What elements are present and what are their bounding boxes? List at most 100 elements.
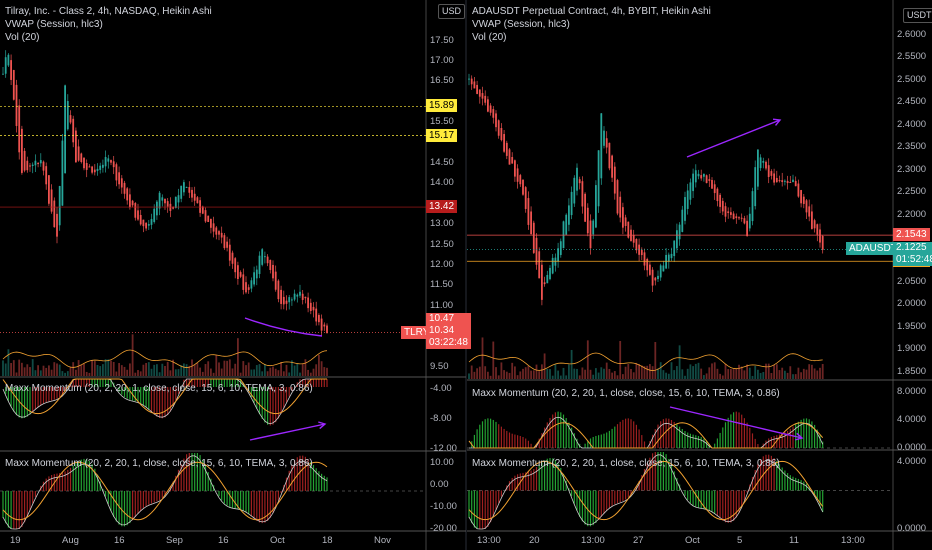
right-volume-bar: [538, 371, 541, 379]
right-volume-bar: [576, 368, 578, 379]
right-candle: [511, 157, 514, 164]
left-candle: [126, 188, 129, 201]
right-symbol-tag[interactable]: ADAUSDT: [846, 242, 900, 256]
left-candle: [99, 165, 102, 170]
left-volume-bar: [120, 365, 123, 376]
left-candle: [153, 208, 156, 222]
left-candle: [45, 166, 48, 185]
left-candle: [226, 241, 228, 248]
left-candle: [188, 187, 191, 193]
left-candle: [183, 182, 185, 193]
left-osc2-legend[interactable]: Maxx Momentum (20, 2, 20, 1, close, clos…: [5, 457, 313, 470]
left-vol-legend[interactable]: Vol (20): [5, 31, 212, 44]
right-candle: [811, 211, 813, 229]
left-volume-bar: [218, 362, 220, 376]
left-candle: [280, 289, 282, 304]
right-last-price-label: 2.1225 01:52:48: [893, 242, 932, 267]
left-candle: [26, 160, 29, 171]
left-volume-bar: [118, 363, 120, 376]
right-osc2-legend[interactable]: Maxx Momentum (20, 2, 20, 1, close, clos…: [472, 457, 780, 470]
left-candle: [4, 57, 7, 74]
left-candle: [2, 73, 4, 75]
right-candle: [703, 173, 705, 177]
left-osc1-legend[interactable]: Maxx Momentum (20, 2, 20, 1, close, clos…: [5, 382, 313, 395]
left-volume-bar: [212, 372, 215, 376]
right-vwap-legend[interactable]: VWAP (Session, hlc3): [472, 18, 711, 31]
right-volume-bar: [581, 367, 584, 379]
right-candle: [759, 157, 762, 169]
left-candle: [142, 219, 145, 227]
left-candle: [210, 218, 212, 228]
left-candle: [104, 156, 107, 167]
left-divergence-curve: [244, 317, 323, 337]
right-candle: [592, 220, 595, 235]
right-volume-bar: [778, 370, 781, 379]
left-vwap-legend[interactable]: VWAP (Session, hlc3): [5, 18, 212, 31]
right-candle: [794, 180, 797, 187]
left-volume-bar: [58, 364, 61, 376]
left-symbol-title[interactable]: Tilray, Inc. - Class 2, 4h, NASDAQ, Heik…: [5, 5, 212, 18]
right-symbol-title[interactable]: ADAUSDT Perpetual Contract, 4h, BYBIT, H…: [472, 5, 711, 18]
right-candle: [689, 182, 692, 200]
right-volume-bar: [821, 363, 824, 379]
right-volume-bar: [597, 372, 600, 379]
right-candle: [789, 181, 792, 183]
left-candle: [158, 192, 161, 209]
right-candle: [487, 99, 489, 112]
right-price-tick: 2.3500: [897, 141, 927, 153]
right-candle: [530, 211, 532, 235]
right-vol-legend[interactable]: Vol (20): [472, 31, 711, 44]
left-volume-bar: [4, 363, 7, 376]
right-osc1-legend[interactable]: Maxx Momentum (20, 2, 20, 1, close, clos…: [472, 387, 780, 400]
right-volume-bar: [676, 366, 678, 379]
left-volume-bar: [26, 364, 29, 376]
right-candle: [775, 178, 778, 183]
right-osc1-fast-line: [469, 416, 824, 449]
left-volume-bar: [75, 369, 77, 376]
left-volume-bar: [255, 365, 258, 376]
right-candle: [762, 160, 765, 163]
left-volume-bar: [185, 364, 188, 376]
left-candle: [228, 244, 231, 261]
right-volume-bar: [659, 362, 662, 379]
left-osc1-tick: -12.00: [430, 443, 457, 454]
right-price-tick: 2.0000: [897, 298, 927, 310]
left-candle: [102, 164, 104, 168]
right-candle: [711, 180, 713, 189]
left-volume-bar: [201, 371, 204, 376]
right-volume-bar: [541, 364, 543, 379]
right-volume-bar: [632, 372, 635, 379]
right-volume-bar: [584, 369, 586, 379]
left-volume-bar: [99, 366, 102, 376]
left-volume-bar: [77, 360, 80, 376]
left-currency-button[interactable]: USD: [438, 4, 466, 19]
left-volume-bar: [126, 369, 129, 376]
left-candle: [285, 300, 288, 304]
left-price-tick: 14.50: [430, 156, 454, 168]
left-candle: [110, 160, 112, 163]
left-time-tick: 16: [218, 535, 229, 546]
right-candle: [697, 173, 700, 177]
right-volume-bar: [522, 368, 524, 379]
left-candle: [118, 172, 120, 185]
left-candle: [180, 185, 183, 199]
left-volume-bar: [10, 363, 12, 376]
left-time-tick: Sep: [166, 535, 183, 546]
right-candle: [597, 150, 600, 207]
left-candle: [29, 165, 31, 167]
right-divergence-arrow: [686, 119, 781, 158]
right-candle: [505, 142, 508, 156]
left-candle: [64, 85, 66, 174]
left-candle: [12, 70, 15, 100]
left-volume-bar: [245, 365, 247, 376]
left-volume-bar: [48, 365, 50, 376]
right-candle: [657, 275, 659, 280]
left-volume-bar: [34, 370, 37, 376]
left-candle: [193, 193, 196, 201]
right-currency-button[interactable]: USDT: [903, 8, 932, 23]
left-candle: [282, 296, 285, 305]
right-volume-bar: [738, 364, 740, 379]
right-volume-bar: [487, 371, 489, 379]
right-volume-bar: [543, 353, 546, 379]
left-volume-bar: [23, 367, 26, 376]
